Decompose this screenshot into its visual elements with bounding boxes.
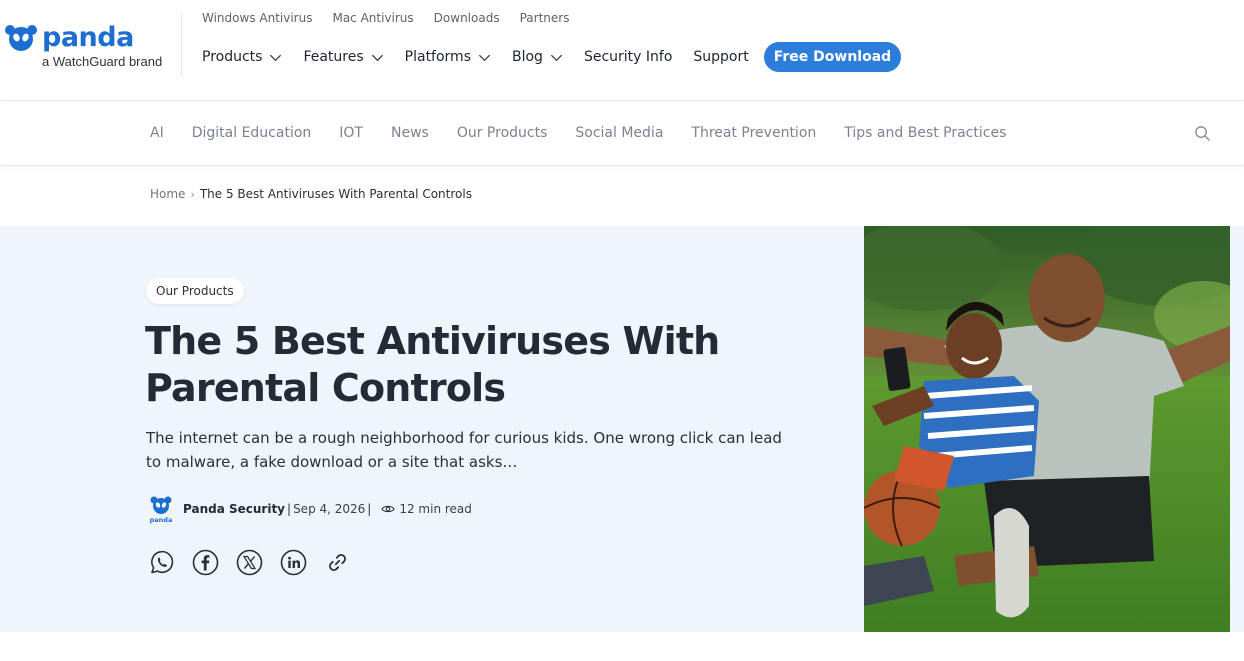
chevron-down-icon xyxy=(550,54,563,61)
header-divider xyxy=(181,14,182,76)
panda-logo-icon xyxy=(5,25,37,51)
article-meta: panda Panda Security | Sep 4, 2026 | 12 … xyxy=(146,494,472,524)
breadcrumb-current: The 5 Best Antiviruses With Parental Con… xyxy=(199,187,472,201)
category-link-our-products[interactable]: Our Products xyxy=(457,125,548,141)
nav-support[interactable]: Support xyxy=(693,49,748,65)
article-hero: Our Products The 5 Best Antiviruses With… xyxy=(0,226,1244,632)
chevron-down-icon xyxy=(371,54,383,61)
category-link-ai[interactable]: AI xyxy=(150,125,164,141)
breadcrumb-separator: › xyxy=(190,187,195,201)
author-avatar: panda xyxy=(150,496,173,524)
nav-platforms[interactable]: Platforms xyxy=(405,49,491,65)
share-bar xyxy=(148,549,351,576)
main-nav: Products Features Platforms Blog Securit… xyxy=(202,42,902,72)
category-link-social-media[interactable]: Social Media xyxy=(575,125,663,141)
category-nav: AI Digital Education IOT News Our Produc… xyxy=(150,125,1006,141)
nav-features-label: Features xyxy=(303,49,364,65)
author-name[interactable]: Panda Security xyxy=(183,502,285,516)
publish-date: Sep 4, 2026 xyxy=(293,502,366,516)
read-time: 12 min read xyxy=(381,502,472,516)
nav-blog[interactable]: Blog xyxy=(512,49,563,65)
utility-link-downloads[interactable]: Downloads xyxy=(434,11,500,25)
avatar-label: panda xyxy=(150,516,173,524)
x-icon[interactable] xyxy=(236,549,263,576)
nav-products-label: Products xyxy=(202,49,263,65)
chevron-down-icon xyxy=(270,54,282,61)
breadcrumb-home[interactable]: Home xyxy=(150,187,185,201)
utility-nav: Windows Antivirus Mac Antivirus Download… xyxy=(202,11,569,25)
article-excerpt: The internet can be a rough neighborhood… xyxy=(146,429,782,471)
linkedin-icon[interactable] xyxy=(280,549,307,576)
facebook-icon[interactable] xyxy=(192,549,219,576)
link-icon[interactable] xyxy=(324,549,351,576)
brand-name: panda xyxy=(42,22,134,53)
utility-link-mac-antivirus[interactable]: Mac Antivirus xyxy=(332,11,413,25)
utility-link-partners[interactable]: Partners xyxy=(520,11,570,25)
category-link-tips-best-practices[interactable]: Tips and Best Practices xyxy=(844,125,1006,141)
article-hero-image xyxy=(864,226,1230,632)
nav-products[interactable]: Products xyxy=(202,49,282,65)
category-link-threat-prevention[interactable]: Threat Prevention xyxy=(691,125,816,141)
chevron-down-icon xyxy=(478,54,491,61)
article-title: The 5 Best Antiviruses With Parental Con… xyxy=(145,319,720,410)
meta-separator: | xyxy=(287,502,292,516)
brand-tagline: a WatchGuard brand xyxy=(42,54,163,69)
nav-platforms-label: Platforms xyxy=(404,49,471,65)
search-icon[interactable] xyxy=(1194,125,1211,142)
category-link-iot[interactable]: IOT xyxy=(339,125,363,141)
category-badge[interactable]: Our Products xyxy=(146,278,244,304)
panda-logo[interactable]: panda a WatchGuard brand xyxy=(4,22,180,78)
whatsapp-icon[interactable] xyxy=(148,549,175,576)
nav-security-info[interactable]: Security Info xyxy=(584,49,672,65)
meta-separator: | xyxy=(367,502,372,516)
category-link-news[interactable]: News xyxy=(391,125,429,141)
utility-link-windows-antivirus[interactable]: Windows Antivirus xyxy=(202,11,312,25)
nav-blog-label: Blog xyxy=(512,49,543,65)
site-header: panda a WatchGuard brand Windows Antivir… xyxy=(0,0,1244,101)
eye-icon xyxy=(381,505,395,513)
breadcrumb: Home › The 5 Best Antiviruses With Paren… xyxy=(150,187,472,201)
category-bar: AI Digital Education IOT News Our Produc… xyxy=(0,101,1244,166)
category-link-digital-education[interactable]: Digital Education xyxy=(192,125,312,141)
nav-features[interactable]: Features xyxy=(303,49,383,65)
read-time-label: 12 min read xyxy=(399,502,472,516)
free-download-button[interactable]: Free Download xyxy=(763,42,902,72)
